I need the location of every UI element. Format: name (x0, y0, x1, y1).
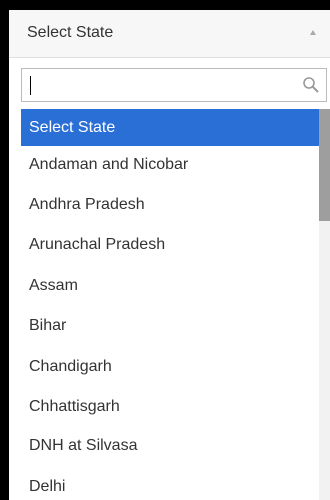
search-input[interactable] (22, 69, 292, 101)
search-icon (303, 77, 319, 93)
option-arunachal-pradesh[interactable]: Arunachal Pradesh (21, 226, 319, 263)
chevron-up-icon (310, 30, 316, 35)
option-chandigarh[interactable]: Chandigarh (21, 348, 319, 385)
option-delhi[interactable]: Delhi (21, 468, 319, 500)
option-chhattisgarh[interactable]: Chhattisgarh (21, 388, 319, 425)
state-select[interactable]: Select State (9, 10, 330, 58)
options-list[interactable]: Select State Andaman and Nicobar Andhra … (21, 109, 330, 500)
scrollbar-thumb[interactable] (319, 109, 330, 221)
option-dnh-at-silvasa[interactable]: DNH at Silvasa (21, 427, 319, 464)
state-select-dropdown: Select State Select State Andaman and Ni… (9, 10, 330, 500)
option-bihar[interactable]: Bihar (21, 307, 319, 344)
text-cursor (30, 76, 31, 95)
select-label: Select State (27, 24, 114, 41)
option-andaman-and-nicobar[interactable]: Andaman and Nicobar (21, 146, 319, 183)
scrollbar-track[interactable] (319, 109, 330, 500)
option-andhra-pradesh[interactable]: Andhra Pradesh (21, 186, 319, 223)
option-select-state[interactable]: Select State (21, 109, 319, 146)
option-assam[interactable]: Assam (21, 267, 319, 304)
search-box (21, 68, 327, 102)
